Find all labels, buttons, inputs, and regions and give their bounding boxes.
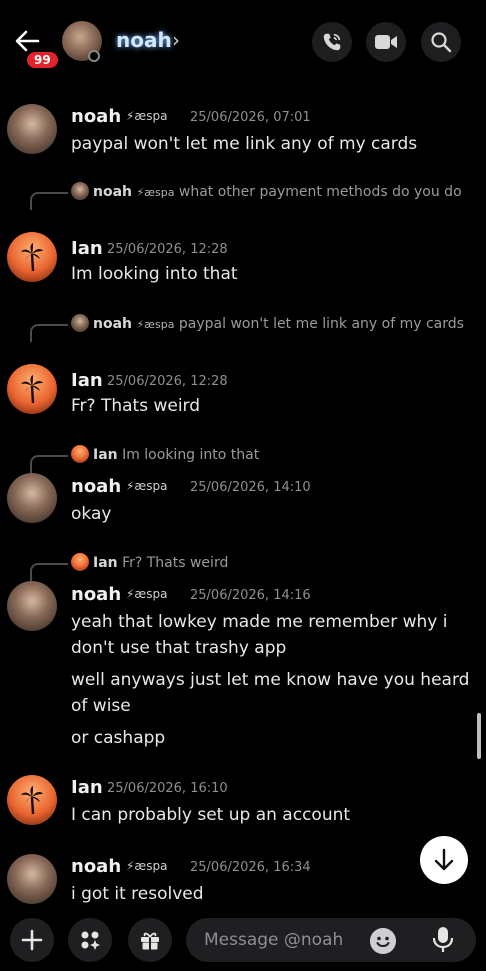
avatar[interactable] [7,473,57,523]
contact-name[interactable]: noah [116,28,172,52]
author-name[interactable]: Ian [71,370,103,391]
avatar[interactable] [7,581,57,631]
palm-tree-icon [21,375,43,404]
avatar[interactable] [7,232,57,282]
timestamp: 25/06/2026, 16:34 [190,860,311,875]
arrow-down-icon [434,848,454,871]
message-input[interactable]: Message @noah [186,918,476,962]
message-text: Im looking into that [71,264,238,284]
message-text: yeah that lowkey made me remember why i … [71,612,448,658]
author-name[interactable]: noah [71,584,121,605]
reply-author: noah [93,316,132,332]
palm-tree-icon [21,243,43,272]
author-tag: ⚡æspa [126,587,168,601]
jump-to-latest-button[interactable] [420,836,468,884]
reply-text: what other payment methods do you do [178,184,462,200]
reply-connector [30,455,68,473]
reply-avatar [71,182,89,200]
microphone-icon[interactable] [432,926,454,954]
message-text: Fr? Thats weird [71,396,201,416]
author-name[interactable]: noah [71,476,121,497]
reply-preview[interactable]: noah ⚡æspa what other payment methods do… [71,181,466,204]
message-input-placeholder: Message @noah [204,930,344,950]
reply-preview[interactable]: noah ⚡æspa paypal won't let me link any … [71,313,466,336]
message-text: or cashapp [71,728,166,748]
apps-sparkle-icon [81,931,100,950]
gift-button[interactable] [128,918,172,962]
phone-icon [323,33,341,51]
author-name[interactable]: Ian [71,777,103,798]
author-tag: ⚡æspa [126,859,168,873]
add-attachment-button[interactable] [10,918,54,962]
timestamp: 25/06/2026, 14:16 [190,588,311,603]
reply-author: Ian [93,447,118,463]
message-text: well anyways just let me know have you h… [71,670,470,716]
timestamp: 25/06/2026, 16:10 [107,781,228,796]
avatar[interactable] [7,104,57,154]
reply-preview[interactable]: Ian Im looking into that [71,444,466,466]
reply-connector [30,563,68,581]
timestamp: 25/06/2026, 12:28 [107,374,228,389]
scrollbar[interactable] [477,713,481,759]
author-tag: ⚡æspa [126,479,168,493]
chevron-right-icon[interactable]: › [172,28,180,52]
reply-author-tag: ⚡æspa [136,186,175,199]
reply-author-tag: ⚡æspa [136,318,175,331]
timestamp: 25/06/2026, 07:01 [190,110,311,125]
reply-avatar [71,314,89,332]
message-text: okay [71,504,112,524]
avatar[interactable] [7,364,57,414]
search-button[interactable] [421,22,461,62]
reply-connector [30,192,68,210]
palm-tree-icon [21,786,43,815]
unread-count-badge: 99 [25,50,60,70]
reply-text: paypal won't let me link any of my cards [178,316,464,332]
video-call-button[interactable] [366,22,406,62]
chat-header: 99 noah › [0,0,486,86]
reply-author: noah [93,184,132,200]
author-name[interactable]: noah [71,106,121,127]
avatar[interactable] [7,775,57,825]
message-text: paypal won't let me link any of my cards [71,134,418,154]
timestamp: 25/06/2026, 14:10 [190,480,311,495]
search-icon [431,32,452,53]
reply-text: Fr? Thats weird [122,555,229,571]
gift-icon [141,932,159,950]
avatar[interactable] [7,854,57,904]
composer-bar: Message @noah [0,908,486,971]
reply-author: Ian [93,555,118,571]
emoji-icon[interactable] [370,928,396,954]
video-camera-icon [375,35,397,49]
reply-avatar [71,553,89,571]
reply-connector [30,324,68,342]
author-tag: ⚡æspa [126,109,168,123]
status-indicator [88,50,100,62]
timestamp: 25/06/2026, 12:28 [107,242,228,257]
message-text: I can probably set up an account [71,805,351,825]
reply-avatar [71,445,89,463]
plus-icon [21,929,43,951]
reply-text: Im looking into that [122,447,260,463]
voice-call-button[interactable] [312,22,352,62]
message-text: i got it resolved [71,884,204,904]
reply-preview[interactable]: Ian Fr? Thats weird [71,552,466,574]
author-name[interactable]: noah [71,856,121,877]
author-name[interactable]: Ian [71,238,103,259]
apps-button[interactable] [68,918,112,962]
